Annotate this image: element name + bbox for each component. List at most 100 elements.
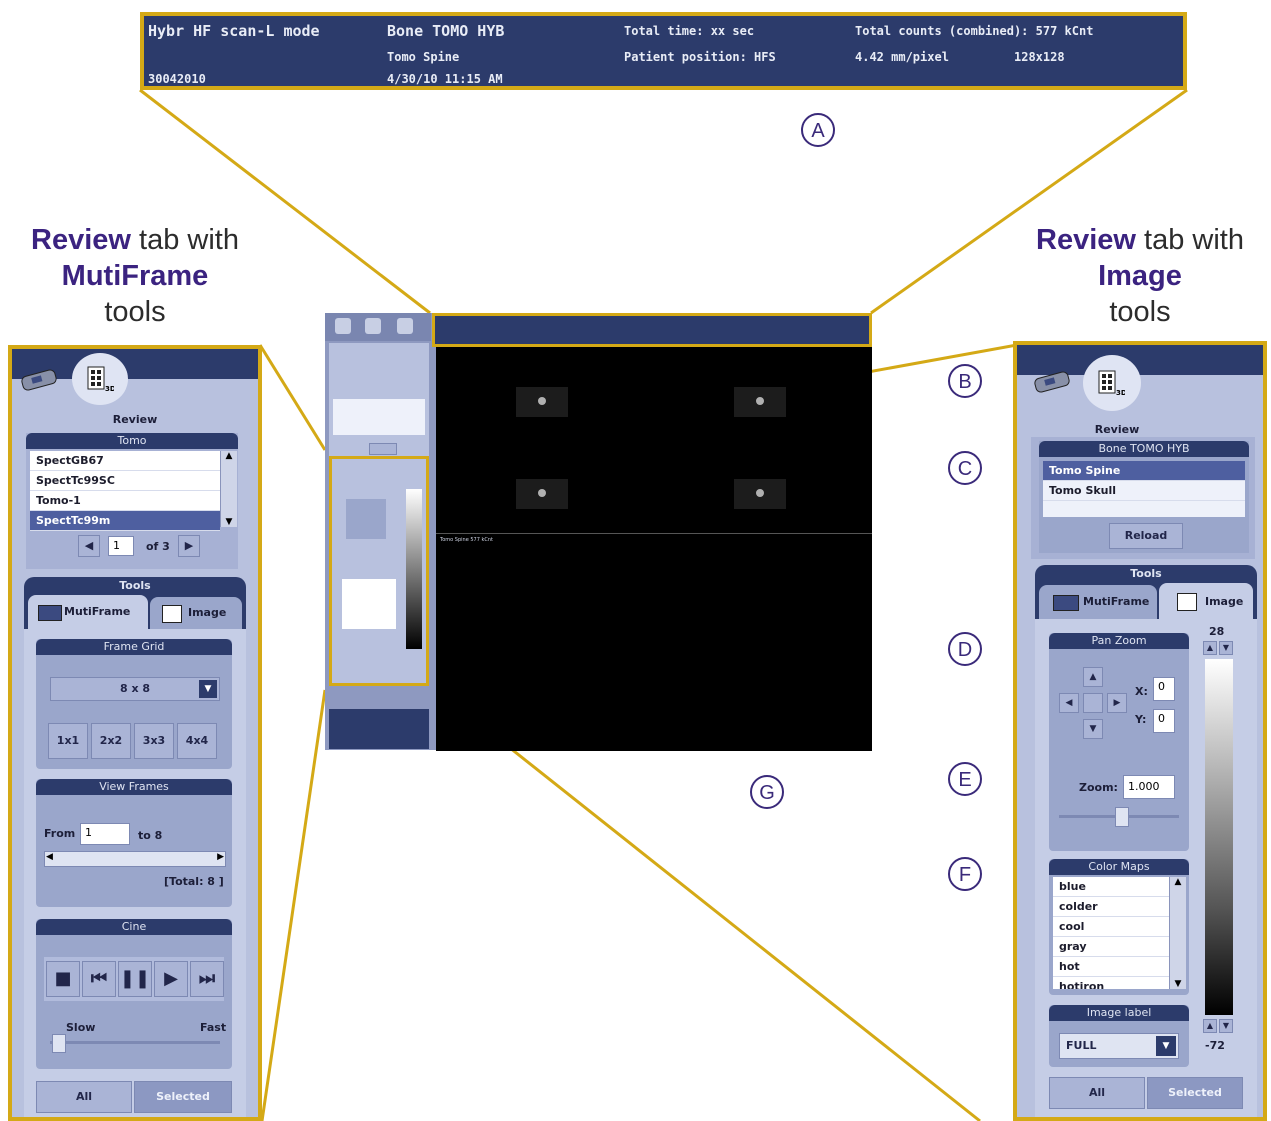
- chevron-down-icon[interactable]: ▼: [1156, 1036, 1176, 1056]
- scroll-left-icon[interactable]: ◀: [46, 852, 53, 862]
- tomo-scrollbar[interactable]: ▲ ▼: [220, 451, 237, 527]
- skip-back-icon: ⏮: [90, 968, 108, 989]
- total-frames-label: [Total: 8 ]: [164, 875, 224, 888]
- x-input[interactable]: 0: [1153, 677, 1175, 701]
- speed-slider-thumb[interactable]: [52, 1034, 66, 1053]
- lut-min-down-button[interactable]: ▼: [1219, 1019, 1233, 1033]
- review-tab-button[interactable]: 3D: [72, 353, 128, 405]
- lut-gradient-bar[interactable]: [1205, 659, 1233, 1015]
- scanner-tab-icon[interactable]: [18, 365, 62, 395]
- image-frame[interactable]: [516, 387, 568, 417]
- image-review-panel: 3D Review Bone TOMO HYB Tomo Spine Tomo …: [1013, 341, 1267, 1121]
- list-item[interactable]: SpectGB67: [30, 451, 220, 471]
- zoom-input[interactable]: 1.000: [1123, 775, 1175, 799]
- page-input[interactable]: 1: [108, 536, 134, 556]
- scroll-up-icon[interactable]: ▲: [221, 451, 237, 461]
- mini-tool-icon[interactable]: [365, 318, 381, 334]
- image-frame[interactable]: [734, 479, 786, 509]
- tomo-list[interactable]: SpectGB67 SpectTc99SC Tomo-1 SpectTc99m: [30, 451, 220, 531]
- mini-reload-button[interactable]: [369, 443, 397, 455]
- list-item[interactable]: colder: [1053, 897, 1169, 917]
- zoom-slider[interactable]: [1059, 807, 1179, 827]
- review-tab-button[interactable]: 3D: [1083, 355, 1141, 411]
- lut-min-up-button[interactable]: ▲: [1203, 1019, 1217, 1033]
- tab-image[interactable]: Image: [150, 597, 242, 629]
- viewport-label: Tomo Spine 577 kCnt: [440, 537, 494, 543]
- list-item[interactable]: Tomo-1: [30, 491, 220, 511]
- prev-page-button[interactable]: ◀: [78, 535, 100, 557]
- grid-4x4-button[interactable]: 4x4: [177, 723, 217, 759]
- selected-button[interactable]: Selected: [1147, 1077, 1243, 1109]
- mini-tool-icon[interactable]: [397, 318, 413, 334]
- grid-1x1-button[interactable]: 1x1: [48, 723, 88, 759]
- grid-3x3-button[interactable]: 3x3: [134, 723, 174, 759]
- left-heading-bold: Review: [31, 224, 131, 256]
- color-maps-scrollbar[interactable]: ▲ ▼: [1169, 877, 1186, 989]
- list-item[interactable]: hot: [1053, 957, 1169, 977]
- all-button[interactable]: All: [1049, 1077, 1145, 1109]
- play-button[interactable]: ▶: [154, 961, 188, 997]
- image-frame[interactable]: [516, 479, 568, 509]
- list-item-selected[interactable]: SpectTc99m: [30, 511, 220, 531]
- image-frame[interactable]: [734, 387, 786, 417]
- mini-pan-pad[interactable]: [346, 499, 386, 539]
- list-item[interactable]: gray: [1053, 937, 1169, 957]
- pan-down-button[interactable]: ▼: [1083, 719, 1103, 739]
- selected-button[interactable]: Selected: [134, 1081, 232, 1113]
- pause-button[interactable]: ❚❚: [118, 961, 152, 997]
- reload-button[interactable]: Reload: [1109, 523, 1183, 549]
- review-grid-icon: 3D: [1098, 370, 1125, 397]
- all-button[interactable]: All: [36, 1081, 132, 1113]
- pan-right-button[interactable]: ▶: [1107, 693, 1127, 713]
- speed-slider[interactable]: [50, 1034, 220, 1053]
- last-frame-button[interactable]: ⏭: [190, 961, 224, 997]
- image-label-select[interactable]: FULL ▼: [1059, 1033, 1179, 1059]
- pan-left-button[interactable]: ◀: [1059, 693, 1079, 713]
- grid-2x2-button[interactable]: 2x2: [91, 723, 131, 759]
- y-input[interactable]: 0: [1153, 709, 1175, 733]
- next-page-button[interactable]: ▶: [178, 535, 200, 557]
- page-of-label: of 3: [146, 540, 170, 553]
- pan-center-button[interactable]: [1083, 693, 1103, 713]
- scroll-up-icon[interactable]: ▲: [1170, 877, 1186, 887]
- image-viewport[interactable]: Tomo Spine 577 kCnt: [436, 533, 872, 751]
- pan-up-button[interactable]: ▲: [1083, 667, 1103, 687]
- scroll-down-icon[interactable]: ▼: [1170, 979, 1186, 989]
- color-maps-header: Color Maps: [1049, 859, 1189, 875]
- scroll-right-icon[interactable]: ▶: [217, 852, 224, 862]
- chevron-down-icon[interactable]: ▼: [199, 680, 217, 698]
- zoom-slider-thumb[interactable]: [1115, 807, 1129, 827]
- study-header: Bone TOMO HYB: [1039, 441, 1249, 457]
- series-list[interactable]: Tomo Spine Tomo Skull: [1043, 461, 1245, 517]
- frames-scrollbar[interactable]: ◀ ▶: [44, 851, 226, 867]
- stop-button[interactable]: ■: [46, 961, 80, 997]
- scanner-tab-icon[interactable]: [1031, 367, 1075, 397]
- mini-color-list[interactable]: [342, 579, 396, 629]
- image-icon: [162, 605, 182, 623]
- series-name-text: Tomo Spine: [387, 50, 460, 64]
- datetime-text: 4/30/10 11:15 AM: [387, 72, 503, 86]
- scroll-down-icon[interactable]: ▼: [221, 517, 237, 527]
- tab-multiframe-label: MutiFrame: [1083, 595, 1150, 608]
- image-grid[interactable]: [436, 347, 872, 533]
- lut-max-up-button[interactable]: ▲: [1203, 641, 1217, 655]
- list-item-selected[interactable]: Tomo Spine: [1043, 461, 1245, 481]
- list-item[interactable]: blue: [1053, 877, 1169, 897]
- mini-tool-icon[interactable]: [335, 318, 351, 334]
- list-item[interactable]: Tomo Skull: [1043, 481, 1245, 501]
- cine-box: Cine ■ ⏮ ❚❚ ▶ ⏭ Slow Fast: [36, 919, 232, 1069]
- tab-multiframe[interactable]: MutiFrame: [1039, 585, 1157, 619]
- series-box: Bone TOMO HYB Tomo Spine Tomo Skull Relo…: [1039, 441, 1249, 553]
- mini-series-list[interactable]: [333, 399, 425, 435]
- list-item[interactable]: cool: [1053, 917, 1169, 937]
- tab-multiframe[interactable]: MutiFrame: [28, 595, 148, 629]
- first-frame-button[interactable]: ⏮: [82, 961, 116, 997]
- list-item[interactable]: hotiron: [1053, 977, 1169, 989]
- color-maps-list[interactable]: blue colder cool gray hot hotiron: [1053, 877, 1169, 989]
- lut-max-down-button[interactable]: ▼: [1219, 641, 1233, 655]
- color-maps-box: Color Maps blue colder cool gray hot hot…: [1049, 859, 1189, 995]
- list-item[interactable]: SpectTc99SC: [30, 471, 220, 491]
- from-input[interactable]: 1: [80, 823, 130, 845]
- grid-select[interactable]: 8 x 8 ▼: [50, 677, 220, 701]
- tab-image[interactable]: Image: [1159, 583, 1253, 619]
